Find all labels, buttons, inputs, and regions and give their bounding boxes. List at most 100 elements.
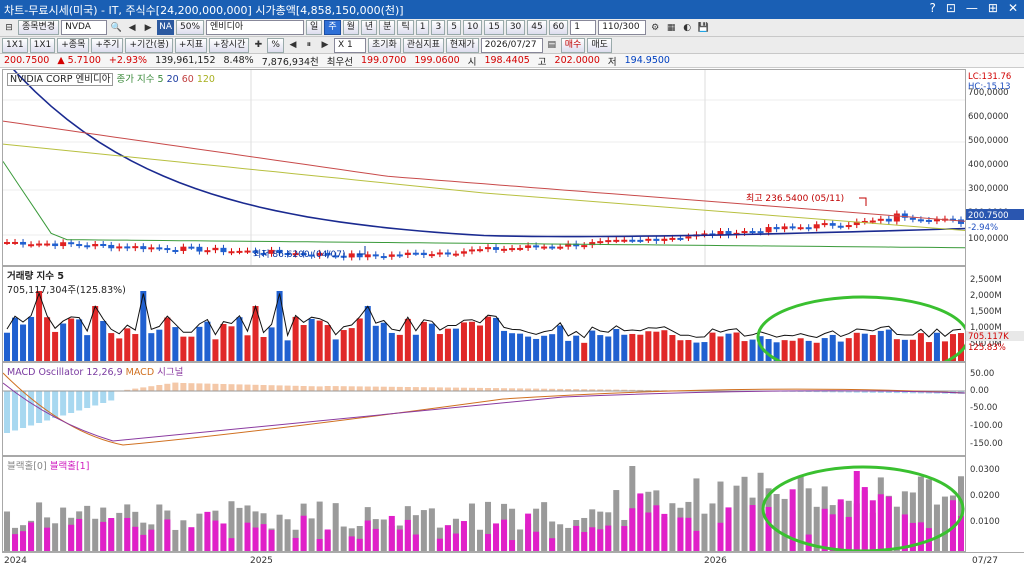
candle <box>396 254 403 257</box>
bar-count-input[interactable]: 110/300 <box>598 20 647 35</box>
interval-input[interactable]: 1 <box>570 20 597 35</box>
maximize-icon[interactable]: ⊞ <box>988 1 998 15</box>
volume-bar <box>789 340 796 361</box>
candle <box>957 219 964 224</box>
interval-15[interactable]: 15 <box>484 20 504 35</box>
zoom-select[interactable]: X 1 <box>333 37 366 53</box>
macd-histogram-bar <box>260 385 267 391</box>
candle <box>621 239 628 242</box>
calendar-icon[interactable]: ▤ <box>545 38 559 52</box>
volume-bar <box>68 318 75 361</box>
volume-bar <box>517 333 524 361</box>
candle <box>476 249 483 252</box>
buy-button[interactable]: 매수 <box>560 37 586 53</box>
add-symbol-button[interactable]: +종목 <box>57 37 90 53</box>
macd-histogram-bar <box>140 387 147 391</box>
chart-type-icon[interactable]: ▦ <box>664 21 678 35</box>
blackhole0-bar <box>284 519 291 551</box>
add-range-button[interactable]: +기간(봉) <box>125 37 173 53</box>
interval-5[interactable]: 5 <box>447 20 461 35</box>
interval-3[interactable]: 3 <box>431 20 446 35</box>
blackhole0-bar <box>172 529 179 551</box>
chart-window: 차트-무료시세(미국) - IT, 주식수[24,200,000,000] 시가… <box>0 0 1024 576</box>
crosshair-icon[interactable]: ✚ <box>251 38 265 52</box>
forward-icon[interactable]: ▶ <box>318 38 332 52</box>
symbol-input[interactable]: NVDA <box>61 20 108 35</box>
blackhole1-bar <box>364 520 371 551</box>
add-indicator-button[interactable]: +지표 <box>174 37 207 53</box>
change-symbol-button[interactable]: 종목변경 <box>18 20 60 35</box>
close-icon[interactable]: ✕ <box>1008 1 1018 15</box>
interval-45[interactable]: 45 <box>527 20 547 35</box>
volume-bar <box>741 341 748 361</box>
interval-1[interactable]: 1 <box>415 20 430 35</box>
volume-bar <box>116 338 123 361</box>
volume-pane[interactable]: 거래량 지수 5 705,117,304주(125.83%) <box>2 266 966 362</box>
macd-histogram-bar <box>300 386 307 391</box>
volume-bar <box>84 335 91 361</box>
help-icon[interactable]: ? <box>929 1 935 15</box>
save-icon[interactable]: 💾 <box>696 21 710 35</box>
blackhole1-bar <box>132 526 139 551</box>
percent-button[interactable]: % <box>267 37 284 53</box>
interval-10[interactable]: 10 <box>462 20 483 35</box>
prev-icon[interactable]: ◀ <box>125 21 139 35</box>
sell-button[interactable]: 매도 <box>587 37 612 53</box>
add-period-button[interactable]: +주기 <box>91 37 124 53</box>
interval-60[interactable]: 60 <box>548 20 569 35</box>
pause-icon[interactable]: ⏸ <box>302 38 316 52</box>
ratio-button[interactable]: 50% <box>176 20 205 35</box>
volume-bar <box>565 340 572 361</box>
period-month[interactable]: 월 <box>342 20 359 35</box>
blackhole-tick: 0.0100 <box>970 517 1000 527</box>
blackhole0-bar <box>308 518 315 551</box>
macd-pane[interactable]: MACD Oscillator 12,26,9 MACD 시그널 <box>2 362 966 456</box>
candle <box>797 227 804 230</box>
next-icon[interactable]: ▶ <box>141 21 155 35</box>
blackhole1-bar <box>228 538 235 551</box>
period-year[interactable]: 년 <box>360 20 378 35</box>
blackhole1-bar <box>509 540 516 551</box>
tool-icon[interactable]: ⚙ <box>648 21 662 35</box>
minimize-icon[interactable]: — <box>966 1 978 15</box>
candle <box>236 250 243 253</box>
period-week[interactable]: 주 <box>324 20 341 35</box>
candle <box>132 246 139 249</box>
blackhole0-bar <box>669 503 676 551</box>
blackhole1-bar <box>829 514 836 551</box>
add-session-button[interactable]: +장시간 <box>208 37 250 53</box>
color-icon[interactable]: ◐ <box>680 21 694 35</box>
macd-histogram-bar <box>12 391 19 431</box>
period-minute[interactable]: 분 <box>379 20 396 35</box>
date-input[interactable]: 2026/07/27 <box>480 37 543 53</box>
blackhole-pane[interactable]: 블랙홀[0] 블랙홀[1] <box>2 456 966 552</box>
blackhole1-bar <box>396 529 403 551</box>
current-price-button[interactable]: 현재가 <box>445 37 479 53</box>
last-price: 200.7500 <box>4 55 50 66</box>
blackhole-chart <box>4 465 965 551</box>
lock-icon[interactable]: ⊟ <box>2 21 16 35</box>
macd-histogram-bar <box>340 386 347 391</box>
rewind-icon[interactable]: ◀ <box>286 38 300 52</box>
blackhole0-bar <box>276 514 283 551</box>
blackhole1-bar <box>885 496 892 551</box>
watch-indicator-button[interactable]: 관심지표 <box>402 37 444 53</box>
price-pane[interactable]: 최고 236.5400 (05/11) 최저 86.6200 (04/07) NV… <box>2 69 966 266</box>
volume-bar <box>877 330 884 361</box>
layout-1x1b-button[interactable]: 1X1 <box>29 37 56 53</box>
macd-histogram-bar <box>220 384 227 391</box>
layout-1x1-button[interactable]: 1X1 <box>2 37 28 53</box>
candle <box>60 242 67 247</box>
reset-button[interactable]: 초기화 <box>367 37 401 53</box>
period-day[interactable]: 일 <box>306 20 323 35</box>
period-tick[interactable]: 틱 <box>397 20 414 35</box>
macd-osc-label: MACD Oscillator 12,26,9 <box>7 367 123 378</box>
macd-histogram-bar <box>60 391 67 416</box>
interval-30[interactable]: 30 <box>505 20 526 35</box>
volume-bar <box>557 325 564 361</box>
restore-icon[interactable]: ⊡ <box>946 1 956 15</box>
search-icon[interactable]: 🔍 <box>109 21 123 35</box>
ma-120: 120 <box>196 74 215 85</box>
ma60-line <box>3 120 965 222</box>
blackhole1-bar <box>108 518 115 551</box>
